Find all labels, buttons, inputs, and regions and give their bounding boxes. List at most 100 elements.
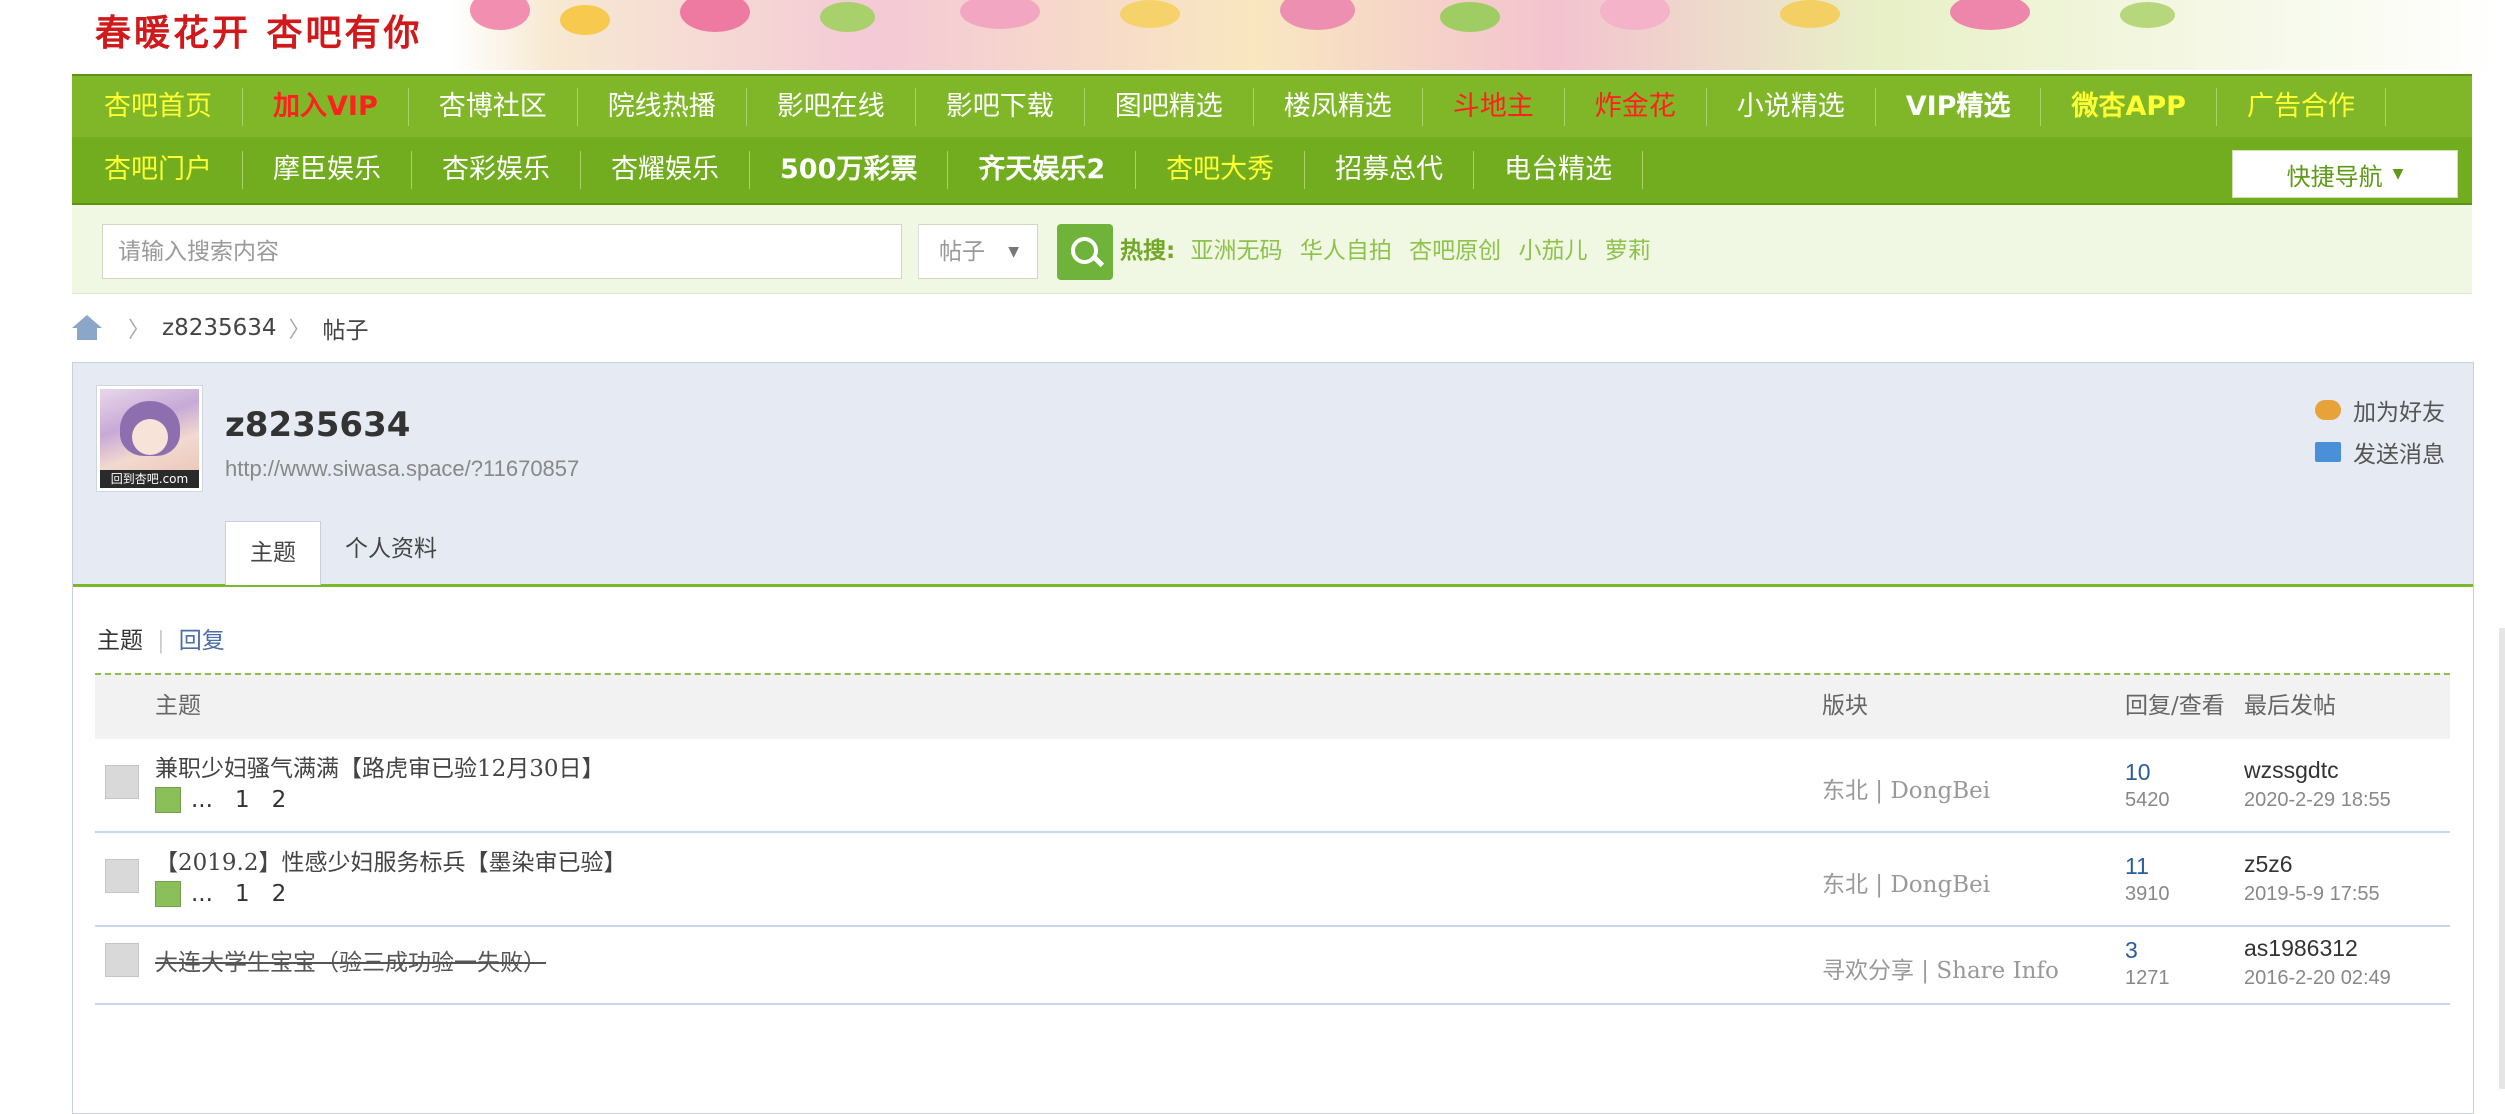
- banner-slogan: 春暖花开 杏吧有你: [95, 13, 423, 54]
- search-bar: 请输入搜索内容 帖子 ▼ 热搜: 亚洲无码 华人自拍 杏吧原创 小茄儿 萝莉: [72, 205, 2472, 294]
- page-link[interactable]: 2: [272, 881, 287, 907]
- hot-keyword[interactable]: 杏吧原创: [1409, 238, 1501, 264]
- search-type-label: 帖子: [939, 239, 985, 265]
- subtab-divider: |: [157, 628, 165, 654]
- nav-item[interactable]: 小说精选: [1707, 88, 1876, 126]
- nav-item[interactable]: 齐天娱乐2: [948, 151, 1137, 189]
- nav-item[interactable]: 加入VIP: [243, 88, 409, 126]
- nav-item[interactable]: 楼凤精选: [1254, 88, 1423, 126]
- subtab-topics[interactable]: 主题: [97, 628, 143, 654]
- tab-topics[interactable]: 主题: [225, 521, 321, 585]
- thread-title[interactable]: 兼职少妇骚气满满【路虎审已验12月30日】: [155, 749, 605, 783]
- thread-icon: [105, 859, 139, 893]
- topics-table: 主题 版块 回复/查看 最后发帖 兼职少妇骚气满满【路虎审已验12月30日】..…: [95, 673, 2450, 1005]
- profile-username: z8235634: [225, 405, 411, 445]
- last-post-user[interactable]: wzssgdtc: [2244, 757, 2339, 784]
- envelope-icon: [2315, 442, 2341, 462]
- nav-item[interactable]: 广告合作: [2217, 88, 2386, 126]
- handshake-icon: [2315, 400, 2341, 420]
- thread-title[interactable]: 大连大学生宝宝（验三成功验一失败）: [155, 943, 546, 977]
- quick-nav-button[interactable]: 快捷导航 ▼: [2232, 150, 2458, 198]
- nav-item[interactable]: 图吧精选: [1085, 88, 1254, 126]
- header-last-post: 最后发帖: [2244, 693, 2336, 719]
- nav-item[interactable]: 杏吧大秀: [1136, 151, 1306, 189]
- page-link: ...: [191, 787, 213, 813]
- view-count: 1271: [2125, 967, 2170, 989]
- header-replies-views: 回复/查看: [2125, 693, 2225, 719]
- chevron-down-icon: ▼: [1008, 244, 1019, 260]
- home-icon[interactable]: [72, 315, 102, 341]
- image-attachment-icon: [155, 881, 181, 907]
- chevron-down-icon: ▼: [2392, 166, 2404, 182]
- search-button[interactable]: [1057, 224, 1113, 280]
- view-count: 3910: [2125, 883, 2170, 905]
- tab-profile[interactable]: 个人资料: [321, 518, 461, 581]
- thread-pages: ... 1 2: [155, 787, 308, 813]
- avatar-watermark: 回到杏吧.com: [100, 470, 199, 488]
- thread-icon: [105, 765, 139, 799]
- nav-item[interactable]: 炸金花: [1565, 88, 1707, 126]
- main-nav: 杏吧首页 加入VIP 杏博社区 院线热播 影吧在线 影吧下载 图吧精选 楼凤精选 斗地主 炸金花小…: [72, 74, 2472, 139]
- hot-keyword[interactable]: 小茄儿: [1518, 238, 1587, 264]
- add-friend-label: 加为好友: [2353, 400, 2445, 426]
- breadcrumb-page: 帖子: [322, 318, 369, 344]
- nav-item[interactable]: 电台精选: [1474, 151, 1644, 189]
- thread-forum[interactable]: 东北 | DongBei: [1822, 771, 1990, 805]
- hot-search: 热搜: 亚洲无码 华人自拍 杏吧原创 小茄儿 萝莉: [1120, 224, 1661, 279]
- page-link: ...: [191, 881, 213, 907]
- page-link[interactable]: 1: [235, 787, 250, 813]
- search-type-select[interactable]: 帖子 ▼: [918, 224, 1038, 279]
- breadcrumb-user[interactable]: z8235634: [162, 315, 277, 341]
- header-topic: 主题: [155, 693, 201, 719]
- nav-item[interactable]: 杏彩娱乐: [412, 151, 581, 189]
- search-input[interactable]: 请输入搜索内容: [102, 224, 902, 279]
- thread-icon: [105, 943, 139, 977]
- secondary-nav: 杏吧门户 摩臣娱乐 杏彩娱乐 杏耀娱乐 500万彩票 齐天娱乐2 杏吧大秀 招募总代 电台精选 …: [72, 137, 2472, 205]
- scrollbar[interactable]: [2499, 628, 2505, 1089]
- table-row: 【2019.2】性感少妇服务标兵【墨染审已验】... 1 2 东北 | DongBei…: [95, 833, 2450, 927]
- hot-keyword[interactable]: 华人自拍: [1300, 238, 1392, 264]
- last-post-user[interactable]: z5z6: [2244, 851, 2293, 878]
- breadcrumb-separator: 〉: [128, 318, 151, 343]
- nav-item[interactable]: 杏博社区: [409, 88, 578, 126]
- nav-item[interactable]: 院线热播: [578, 88, 747, 126]
- nav-item[interactable]: 杏吧首页: [72, 88, 243, 126]
- hot-keyword[interactable]: 亚洲无码: [1191, 238, 1283, 264]
- nav-item[interactable]: 杏吧门户: [72, 151, 243, 189]
- profile-tabs: 主题 个人资料: [225, 518, 461, 585]
- last-post-time: 2016-2-20 02:49: [2244, 967, 2391, 989]
- view-count: 5420: [2125, 789, 2170, 811]
- header-forum: 版块: [1822, 693, 1868, 719]
- nav-item[interactable]: 影吧在线: [747, 88, 916, 126]
- last-post-time: 2019-5-9 17:55: [2244, 883, 2380, 905]
- thread-title[interactable]: 【2019.2】性感少妇服务标兵【墨染审已验】: [155, 843, 626, 877]
- nav-item[interactable]: 招募总代: [1305, 151, 1475, 189]
- profile-url[interactable]: http://www.siwasa.space/?11670857: [225, 456, 579, 482]
- nav-item[interactable]: VIP精选: [1876, 88, 2042, 126]
- last-post-user[interactable]: as1986312: [2244, 935, 2358, 962]
- nav-item[interactable]: 斗地主: [1423, 88, 1565, 126]
- profile-panel: 回到杏吧.com z8235634 http://www.siwasa.spac…: [72, 362, 2474, 1114]
- thread-forum[interactable]: 寻欢分享 | Share Info: [1822, 951, 2059, 985]
- send-message-button[interactable]: 发送消息: [2315, 431, 2445, 473]
- nav-item[interactable]: 影吧下载: [916, 88, 1085, 126]
- page-link[interactable]: 1: [235, 881, 250, 907]
- nav-item[interactable]: 500万彩票: [750, 151, 949, 189]
- image-attachment-icon: [155, 787, 181, 813]
- hot-keyword[interactable]: 萝莉: [1605, 238, 1651, 264]
- page-link[interactable]: 2: [272, 787, 287, 813]
- nav-item[interactable]: 摩臣娱乐: [243, 151, 412, 189]
- table-row: 大连大学生宝宝（验三成功验一失败） 寻欢分享 | Share Info 3 1271 a…: [95, 927, 2450, 1005]
- subtab-replies[interactable]: 回复: [179, 628, 225, 654]
- breadcrumb: 〉 z8235634 〉 帖子: [72, 310, 369, 346]
- add-friend-button[interactable]: 加为好友: [2315, 389, 2445, 431]
- last-post-time: 2020-2-29 18:55: [2244, 789, 2391, 811]
- table-header: 主题 版块 回复/查看 最后发帖: [95, 673, 2450, 739]
- nav-item[interactable]: 微杏APP: [2041, 88, 2217, 126]
- thread-forum[interactable]: 东北 | DongBei: [1822, 865, 1990, 899]
- avatar[interactable]: 回到杏吧.com: [97, 386, 202, 491]
- subtabs: 主题 | 回复: [97, 621, 225, 655]
- reply-count: 3: [2125, 937, 2138, 963]
- nav-item[interactable]: 杏耀娱乐: [581, 151, 750, 189]
- thread-pages: ... 1 2: [155, 881, 308, 907]
